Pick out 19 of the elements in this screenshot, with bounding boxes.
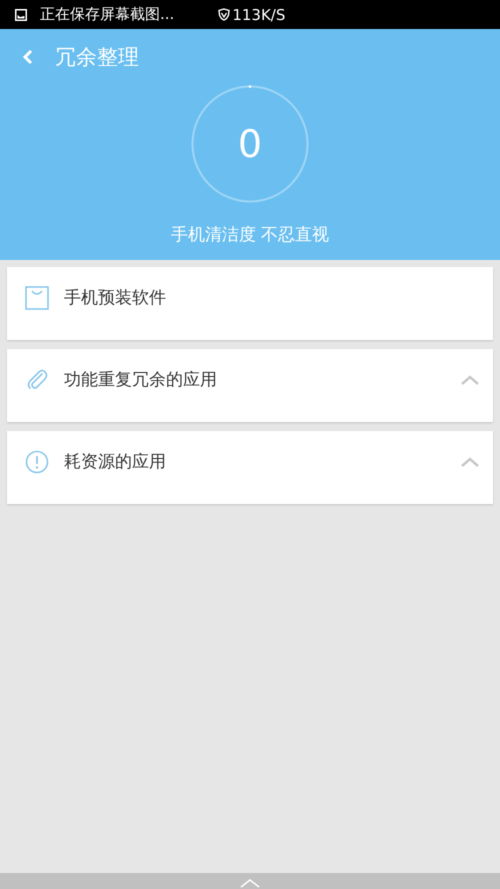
category-label: 耗资源的应用 [64,451,167,473]
paperclip-icon [25,368,49,392]
chevron-up-icon[interactable] [460,456,480,468]
alert-icon [25,450,49,474]
chevron-up-icon[interactable] [460,374,480,386]
page-title: 冗余整理 [55,44,139,71]
notification-text: 正在保存屏幕截图... [40,5,174,24]
bag-icon [25,286,49,310]
category-label: 功能重复冗余的应用 [64,369,218,391]
score-value: 0 [238,122,262,166]
shield-icon [218,8,230,21]
network-speed: 113K/S [232,6,286,24]
image-icon [15,8,27,20]
back-icon[interactable] [23,49,33,65]
category-card[interactable]: 手机预装软件 [7,267,493,340]
cleanliness-caption: 手机清洁度 不忍直视 [170,224,330,246]
category-card[interactable]: 耗资源的应用 [7,431,493,504]
category-card[interactable]: 功能重复冗余的应用 [7,349,493,422]
category-label: 手机预装软件 [64,287,167,309]
